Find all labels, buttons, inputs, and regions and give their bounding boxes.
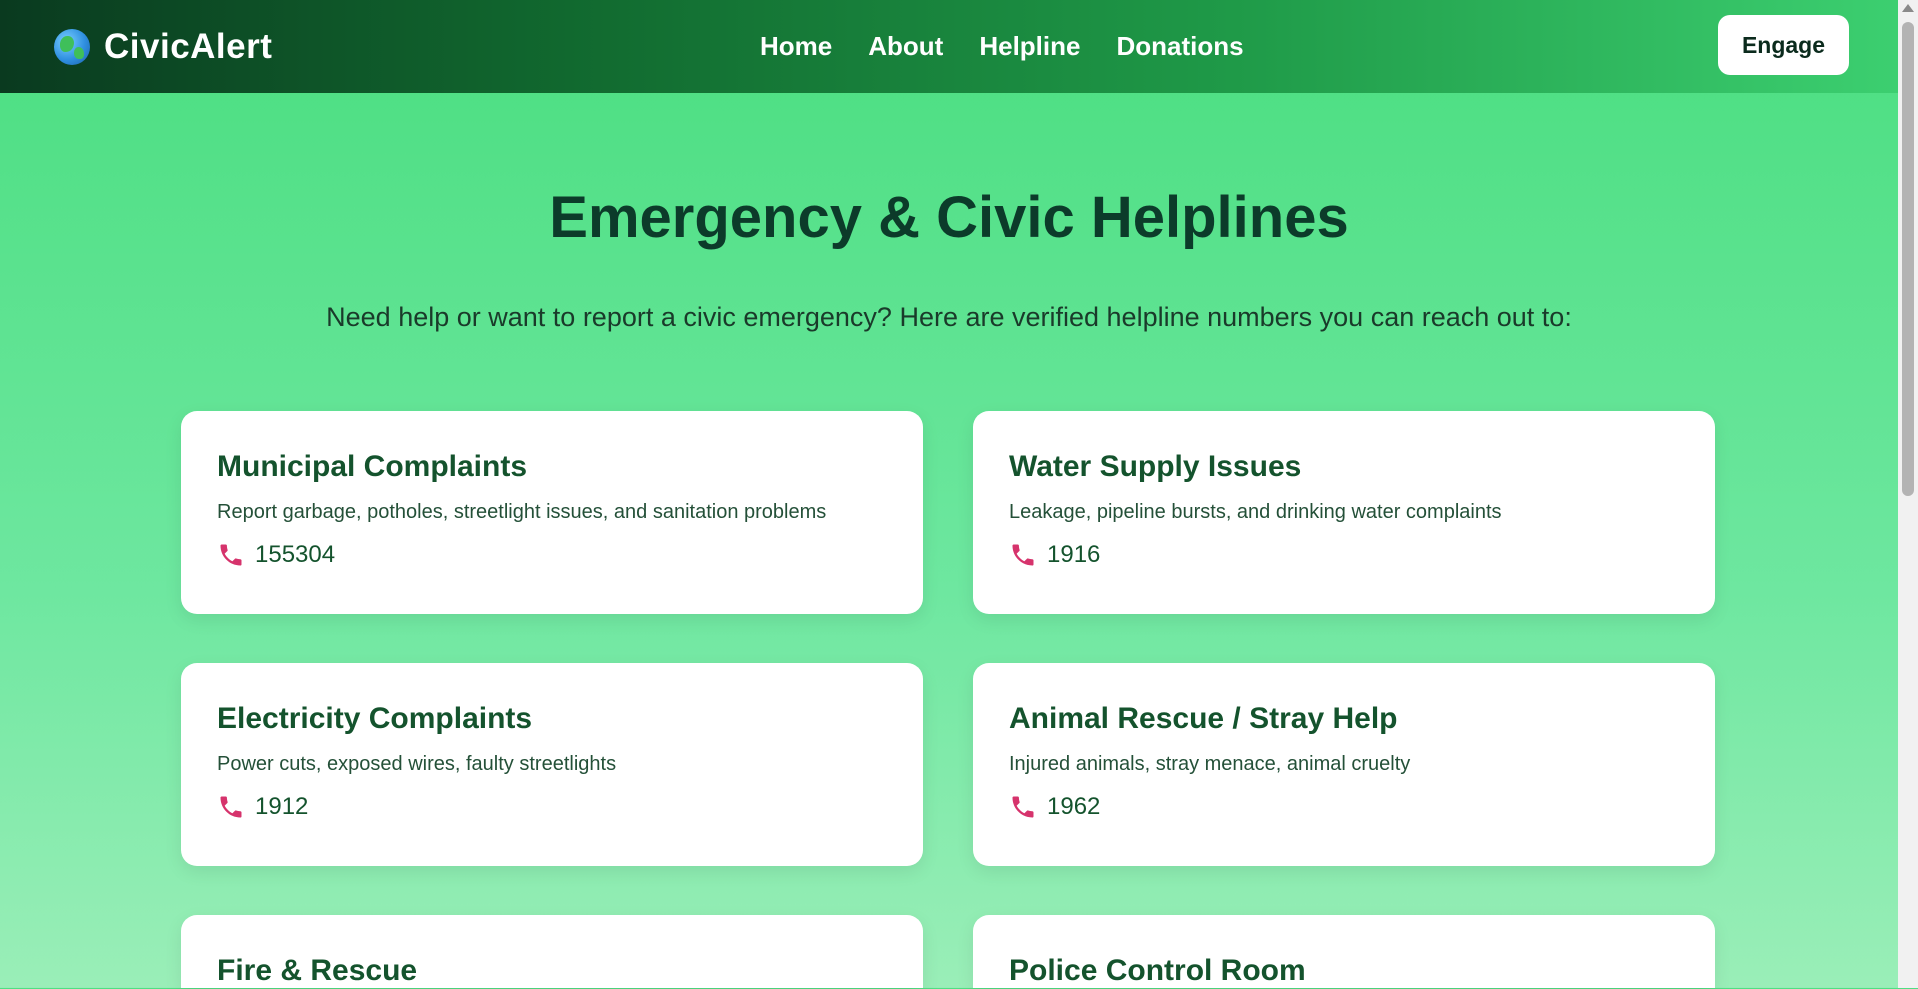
- card-description: Power cuts, exposed wires, faulty street…: [217, 753, 617, 775]
- card-title: Police Control Room: [1009, 954, 1306, 987]
- phone-number: 1916: [1047, 541, 1101, 568]
- helpline-card-fire-rescue: Fire & Rescue: [181, 915, 923, 988]
- phone-icon: [220, 544, 242, 566]
- helpline-card-water: Water Supply Issues Leakage, pipeline bu…: [973, 411, 1715, 614]
- page-subtitle: Need help or want to report a civic emer…: [326, 302, 1572, 332]
- page-title: Emergency & Civic Helplines: [549, 185, 1349, 250]
- helpline-card-electricity: Electricity Complaints Power cuts, expos…: [181, 663, 923, 866]
- helpline-card-police: Police Control Room: [973, 915, 1715, 988]
- main-nav: Home About Helpline Donations: [760, 0, 1244, 93]
- nav-about[interactable]: About: [868, 31, 943, 62]
- helpline-card-animal-rescue: Animal Rescue / Stray Help Injured anima…: [973, 663, 1715, 866]
- globe-icon: [54, 28, 90, 65]
- phone-number: 1962: [1047, 793, 1101, 820]
- nav-helpline[interactable]: Helpline: [979, 31, 1080, 62]
- navbar: CivicAlert Home About Helpline Donations…: [0, 0, 1898, 93]
- engage-button[interactable]: Engage: [1718, 15, 1849, 75]
- card-description: Report garbage, potholes, streetlight is…: [217, 501, 827, 523]
- card-phone[interactable]: 1912: [217, 793, 887, 821]
- phone-number: 1912: [255, 793, 309, 820]
- phone-icon: [1012, 544, 1034, 566]
- card-title: Electricity Complaints: [217, 702, 533, 735]
- card-title: Municipal Complaints: [217, 450, 528, 483]
- brand-name: CivicAlert: [104, 26, 273, 66]
- nav-donations[interactable]: Donations: [1116, 31, 1243, 62]
- phone-icon: [220, 796, 242, 818]
- helpline-card-municipal: Municipal Complaints Report garbage, pot…: [181, 411, 923, 614]
- scroll-up-arrow-icon[interactable]: [1902, 4, 1914, 12]
- card-title: Fire & Rescue: [217, 954, 418, 987]
- card-description: Leakage, pipeline bursts, and drinking w…: [1009, 501, 1502, 523]
- card-title: Water Supply Issues: [1009, 450, 1302, 483]
- phone-icon: [1012, 796, 1034, 818]
- card-phone[interactable]: 1962: [1009, 793, 1679, 821]
- scrollbar-thumb[interactable]: [1902, 22, 1914, 496]
- card-description: Injured animals, stray menace, animal cr…: [1009, 753, 1411, 775]
- phone-number: 155304: [255, 541, 336, 568]
- card-title: Animal Rescue / Stray Help: [1009, 702, 1398, 735]
- nav-home[interactable]: Home: [760, 31, 832, 62]
- card-phone[interactable]: 1916: [1009, 541, 1679, 569]
- brand[interactable]: CivicAlert: [54, 27, 272, 67]
- card-phone[interactable]: 155304: [217, 541, 887, 569]
- scrollbar[interactable]: [1898, 0, 1918, 988]
